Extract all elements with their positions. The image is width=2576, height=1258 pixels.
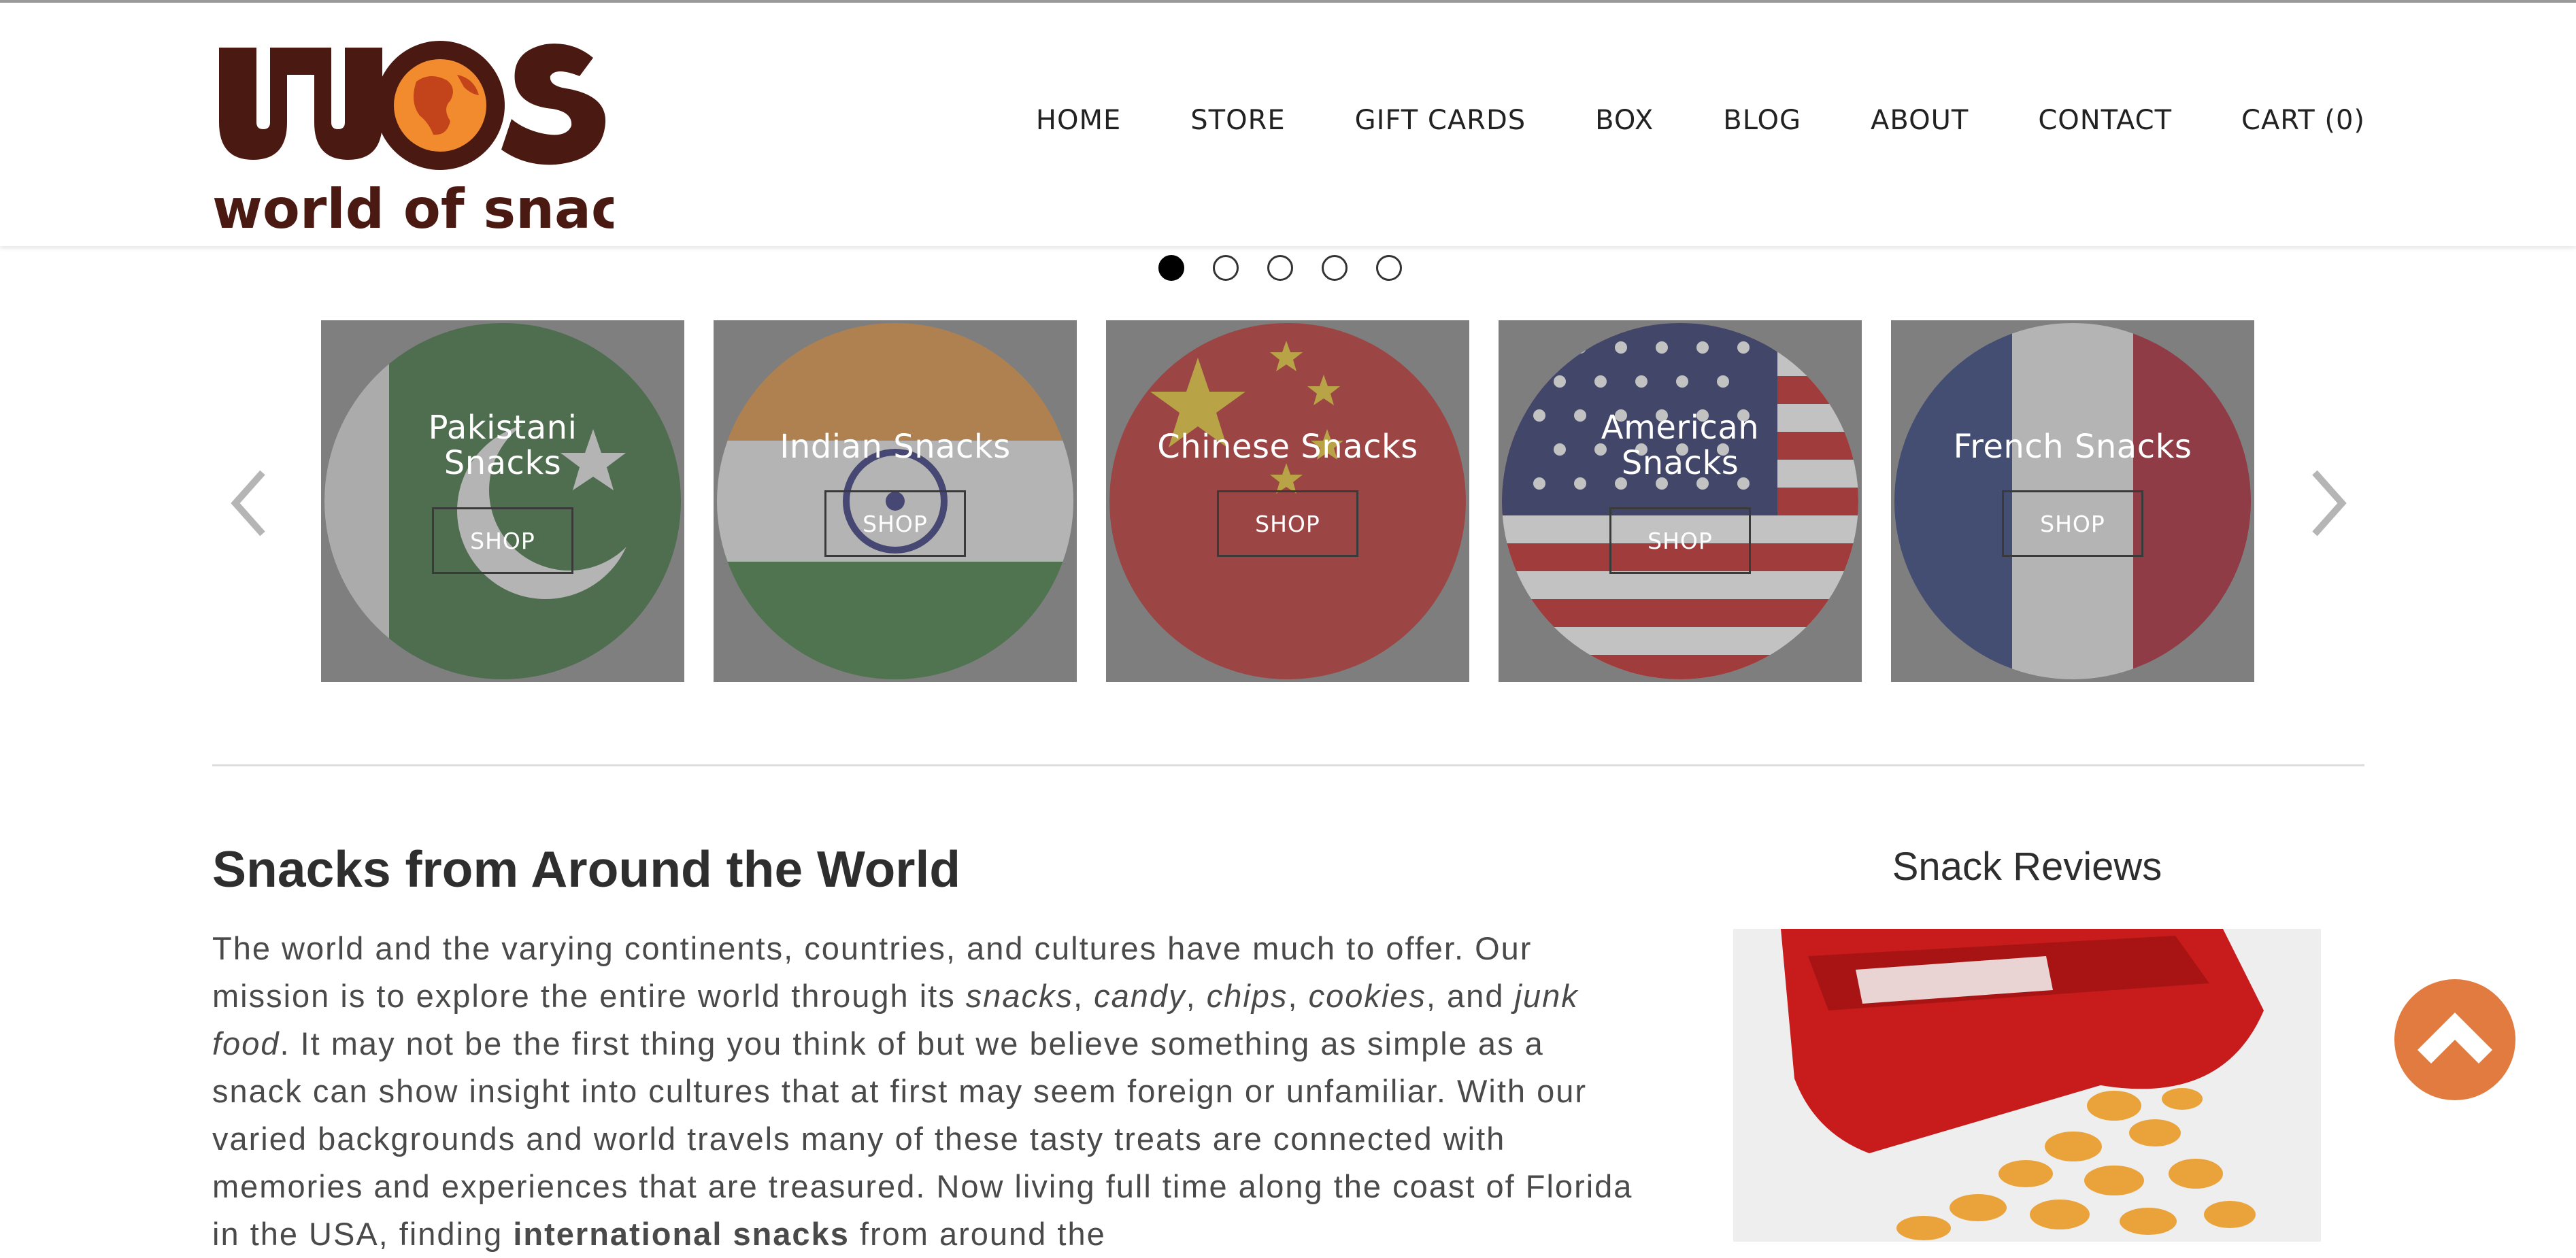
category-card-french[interactable]: French Snacks SHOP xyxy=(1891,320,2254,682)
nav-about[interactable]: ABOUT xyxy=(1871,105,1969,136)
carousel-next-button[interactable] xyxy=(2308,469,2349,537)
snack-review-image[interactable] xyxy=(1733,929,2321,1242)
carousel-dot-1[interactable] xyxy=(1158,255,1184,281)
shop-button[interactable]: SHOP xyxy=(432,507,573,574)
card-title: French Snacks xyxy=(1953,428,2192,466)
pakistan-flag-icon xyxy=(321,320,684,682)
carousel-dot-5[interactable] xyxy=(1376,255,1402,281)
nav-contact[interactable]: CONTACT xyxy=(2038,105,2172,136)
carousel-dot-4[interactable] xyxy=(1322,255,1348,281)
nav-gift-cards[interactable]: GIFT CARDS xyxy=(1355,105,1526,136)
nav-cart[interactable]: CART (0) xyxy=(2241,105,2365,136)
snack-reviews-title: Snack Reviews xyxy=(1892,845,2162,889)
carousel-dot-2[interactable] xyxy=(1213,255,1239,281)
nav-blog[interactable]: BLOG xyxy=(1723,105,1801,136)
site-header: world of snacks HOME STORE GIFT CARDS BO… xyxy=(0,3,2576,246)
carousel-prev-button[interactable] xyxy=(229,469,269,537)
intro-paragraph: The world and the varying continents, co… xyxy=(212,930,1633,1252)
cheese-puffs-bag-photo xyxy=(1733,929,2321,1242)
shop-button[interactable]: SHOP xyxy=(2002,490,2143,557)
page-heading: Snacks from Around the World xyxy=(212,840,961,898)
category-card-pakistani[interactable]: Pakistani Snacks SHOP xyxy=(321,320,684,682)
card-title: Indian Snacks xyxy=(780,428,1011,466)
section-divider xyxy=(212,764,2364,766)
nav-box[interactable]: BOX xyxy=(1595,105,1654,136)
carousel-pagination xyxy=(1158,255,1402,281)
nav-store[interactable]: STORE xyxy=(1190,105,1285,136)
main-nav: HOME STORE GIFT CARDS BOX BLOG ABOUT CON… xyxy=(967,105,2365,136)
category-card-chinese[interactable]: Chinese Snacks SHOP xyxy=(1106,320,1469,682)
category-card-indian[interactable]: Indian Snacks SHOP xyxy=(714,320,1077,682)
carousel-dot-3[interactable] xyxy=(1267,255,1293,281)
site-logo[interactable]: world of snacks xyxy=(212,20,692,241)
shop-button[interactable]: SHOP xyxy=(824,490,966,557)
shop-button[interactable]: SHOP xyxy=(1217,490,1358,557)
wos-logo-icon: world of snacks xyxy=(212,41,692,241)
card-title: Chinese Snacks xyxy=(1157,428,1418,466)
card-title: American Snacks xyxy=(1601,409,1760,482)
back-to-top-button[interactable] xyxy=(2394,979,2515,1100)
usa-flag-icon xyxy=(1499,320,1862,682)
nav-home[interactable]: HOME xyxy=(1036,105,1121,136)
chevron-up-icon xyxy=(2418,1013,2492,1064)
chevron-left-icon xyxy=(231,470,265,537)
chevron-right-icon xyxy=(2312,470,2347,537)
shop-button[interactable]: SHOP xyxy=(1609,507,1751,574)
category-card-american[interactable]: American Snacks SHOP xyxy=(1499,320,1862,682)
card-title: Pakistani Snacks xyxy=(428,409,578,482)
logo-subtitle: world of snacks xyxy=(212,177,614,238)
